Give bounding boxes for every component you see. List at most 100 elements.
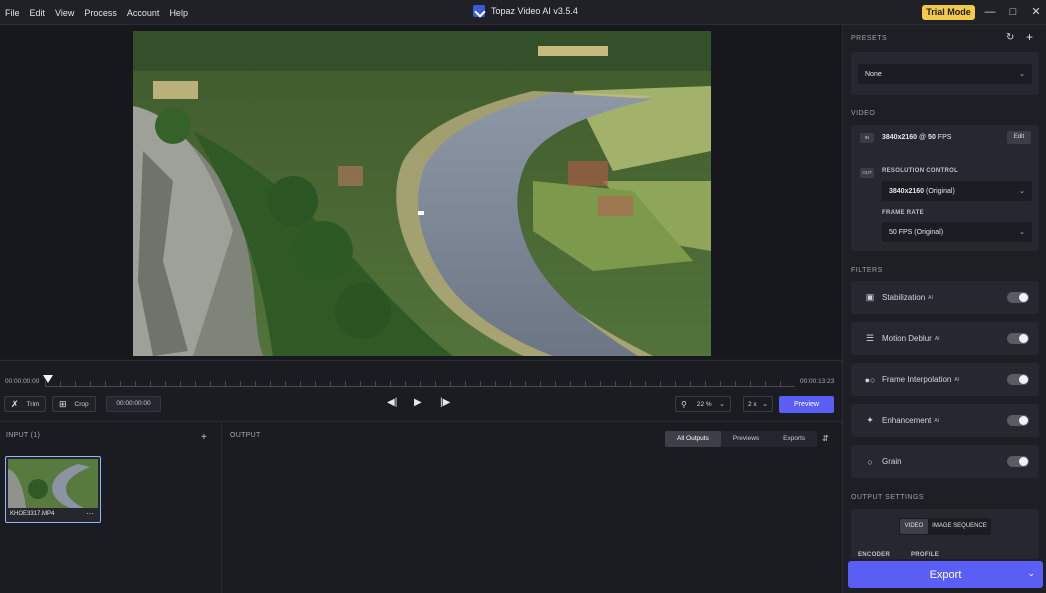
encoder-label: ENCODER [858, 552, 891, 558]
input-file-card[interactable]: KHOE3317.MP4 ⋯ [5, 456, 101, 523]
tab-previews[interactable]: Previews [721, 431, 771, 447]
framerate-select[interactable]: 50 FPS (Original) ⌄ [882, 222, 1032, 242]
crop-button[interactable]: ⊞ Crop [52, 396, 96, 412]
play-icon[interactable]: ▶ [414, 397, 422, 408]
topaz-logo-icon [473, 5, 485, 17]
input-thumbnail [8, 459, 98, 508]
more-options-icon[interactable]: ⋯ [86, 509, 94, 518]
input-fps-value: 50 [928, 134, 936, 141]
playhead-handle[interactable] [43, 375, 53, 383]
motion-deblur-toggle[interactable] [1007, 333, 1029, 344]
filter-enhancement[interactable]: ✦ Enhancement AI [851, 404, 1039, 437]
grain-toggle[interactable] [1007, 456, 1029, 467]
menu-help[interactable]: Help [169, 8, 188, 18]
menu-view[interactable]: View [55, 8, 74, 18]
resolution-label: RESOLUTION CONTROL [882, 168, 959, 174]
speed-value: 2 x [748, 400, 757, 408]
timeline-ruler[interactable] [45, 381, 795, 387]
input-file-name: KHOE3317.MP4 [10, 511, 55, 517]
timecode-field[interactable]: 00:00:00:00 [106, 396, 161, 412]
profile-label: PROFILE [911, 552, 940, 558]
enhancement-toggle[interactable] [1007, 415, 1029, 426]
timeline-start-time: 00:00:00:00 [5, 378, 40, 385]
tab-video[interactable]: VIDEO [900, 519, 928, 534]
app-title: Topaz Video AI v3.5.4 [473, 5, 578, 17]
close-icon[interactable]: ✕ [1027, 3, 1045, 21]
stabilization-toggle[interactable] [1007, 292, 1029, 303]
video-card: IN 3840x2160 @ 50 FPS Edit OUT RESOLUTIO… [851, 125, 1039, 251]
filter-stabilization[interactable]: ▣ Stabilization AI [851, 281, 1039, 314]
trim-label: Trim [26, 400, 40, 408]
export-button[interactable]: Export ⌄ [848, 561, 1043, 588]
ai-badge: AI [934, 335, 940, 342]
video-title: VIDEO [851, 110, 876, 117]
maximize-icon[interactable]: □ [1004, 3, 1022, 21]
input-tag: IN [860, 133, 874, 143]
output-settings-card: VIDEO IMAGE SEQUENCE ENCODER PROFILE [851, 509, 1039, 559]
preview-button[interactable]: Preview [779, 396, 834, 413]
input-res-value: 3840x2160 [882, 134, 918, 141]
timeline[interactable]: 00:00:00:00 00:00:13:23 [0, 360, 842, 388]
preset-value: None [865, 70, 882, 78]
chevron-down-icon: ⌄ [762, 401, 768, 408]
edit-input-button[interactable]: Edit [1007, 131, 1031, 144]
sparkle-icon: ✦ [866, 415, 874, 425]
landscape-image [133, 31, 711, 356]
filter-name: Motion Deblur [882, 334, 932, 343]
chevron-down-icon: ⌄ [1019, 188, 1025, 195]
minimize-icon[interactable]: — [981, 3, 999, 21]
tab-image-sequence[interactable]: IMAGE SEQUENCE [929, 518, 990, 535]
resolution-value: 3840x2160 (Original) [889, 188, 955, 195]
menu-edit[interactable]: Edit [30, 8, 46, 18]
chevron-down-icon[interactable]: ⌄ [1027, 568, 1035, 579]
framerate-label: FRAME RATE [882, 210, 924, 216]
zoom-value: 22 % [696, 400, 712, 408]
frame-interpolation-toggle[interactable] [1007, 374, 1029, 385]
filter-grain[interactable]: ○ Grain [851, 445, 1039, 478]
tab-all-outputs[interactable]: All Outputs [665, 431, 721, 447]
output-tag: OUT [860, 168, 874, 178]
ai-badge: AI [928, 294, 933, 301]
step-back-icon[interactable]: ◀| [387, 397, 397, 408]
sort-icon[interactable]: ⇵ [822, 434, 829, 443]
grain-icon: ○ [867, 456, 873, 467]
input-fps-unit: FPS [935, 134, 952, 141]
preset-select[interactable]: None ⌄ [858, 64, 1032, 84]
reset-icon[interactable]: ↻ [1006, 32, 1014, 43]
title-bar: File Edit View Process Account Help Topa… [0, 0, 1046, 25]
output-settings-title: OUTPUT SETTINGS [851, 494, 925, 501]
filter-name: Enhancement [882, 416, 932, 425]
input-pane: INPUT (1) + KHOE3317.MP4 ⋯ [0, 423, 222, 593]
output-type-tabs: VIDEO IMAGE SEQUENCE [899, 518, 991, 535]
resolution-select[interactable]: 3840x2160 (Original) ⌄ [882, 181, 1032, 201]
video-frame [133, 31, 711, 356]
framerate-value: 50 FPS (Original) [889, 228, 944, 236]
crop-label: Crop [74, 400, 89, 408]
tab-exports[interactable]: Exports [771, 431, 817, 447]
menu-account[interactable]: Account [127, 8, 160, 18]
trim-icon: ✗ [11, 398, 19, 409]
motion-deblur-icon: ☰ [865, 333, 875, 343]
video-viewer[interactable] [0, 25, 842, 359]
resolution-main: 3840x2160 [889, 187, 925, 195]
ai-badge: AI [954, 376, 960, 383]
add-input-icon[interactable]: + [201, 432, 207, 443]
frame-interpolation-icon: ●○ [864, 374, 876, 385]
add-preset-icon[interactable]: + [1026, 30, 1033, 44]
zoom-select[interactable]: ⚲ 22 % ⌄ [675, 396, 731, 412]
timeline-end-time: 00:00:13:23 [800, 378, 835, 385]
menu-process[interactable]: Process [84, 8, 117, 18]
speed-select[interactable]: 2 x ⌄ [743, 396, 773, 412]
trim-button[interactable]: ✗ Trim [4, 396, 47, 412]
ai-badge: AI [934, 417, 940, 424]
step-forward-icon[interactable]: |▶ [440, 397, 450, 408]
settings-sidebar: PRESETS ↻ + None ⌄ VIDEO IN 3840x2160 @ … [842, 25, 1046, 593]
filter-name: Stabilization [882, 293, 926, 302]
zoom-icon: ⚲ [681, 399, 687, 409]
trial-mode-button[interactable]: Trial Mode [922, 5, 975, 20]
filters-title: FILTERS [851, 267, 883, 274]
filter-frame-interpolation[interactable]: ●○ Frame Interpolation AI [851, 363, 1039, 396]
filter-motion-deblur[interactable]: ☰ Motion Deblur AI [851, 322, 1039, 355]
menu-file[interactable]: File [5, 8, 20, 18]
chevron-down-icon: ⌄ [719, 401, 725, 408]
